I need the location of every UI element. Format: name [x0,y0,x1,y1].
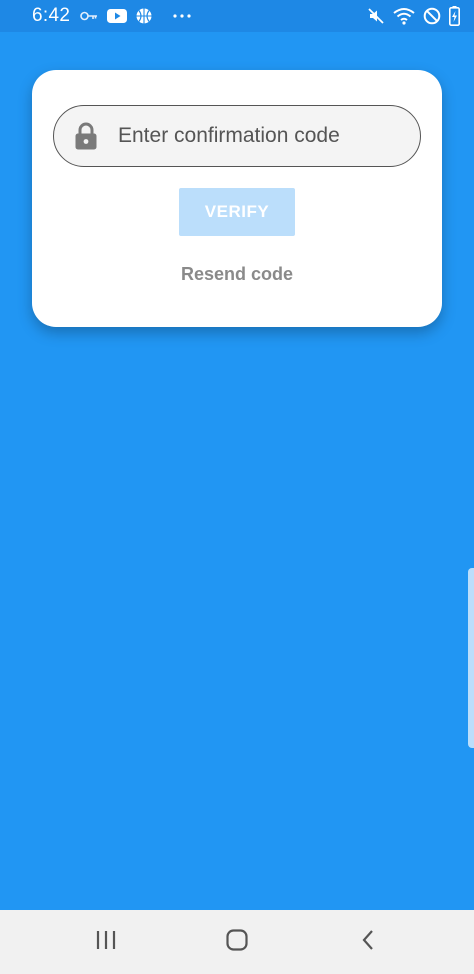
resend-code-link[interactable]: Resend code [32,264,442,285]
confirmation-code-input[interactable] [118,116,398,156]
navigation-bar [0,910,474,974]
home-icon [225,928,249,957]
status-time: 6:42 [32,5,71,26]
recent-apps-icon [95,930,117,955]
recent-apps-button[interactable] [76,914,136,970]
status-bar: 6:42 [0,0,474,32]
key-icon [80,11,98,21]
basketball-icon [136,8,152,24]
status-right-icons [367,6,460,26]
back-button[interactable] [338,914,398,970]
more-dots-icon [173,14,191,18]
wifi-icon [393,7,415,25]
verify-button[interactable]: VERIFY [179,188,295,236]
scroll-handle[interactable] [468,568,474,748]
back-icon [361,929,375,956]
youtube-icon [107,9,128,23]
confirmation-code-field[interactable] [53,105,421,167]
status-left-icons [80,8,191,24]
mute-icon [367,7,385,25]
confirmation-card: VERIFY Resend code [32,70,442,327]
do-not-disturb-icon [423,7,441,25]
battery-charging-icon [449,6,460,26]
home-button[interactable] [207,914,267,970]
lock-icon [74,122,98,150]
